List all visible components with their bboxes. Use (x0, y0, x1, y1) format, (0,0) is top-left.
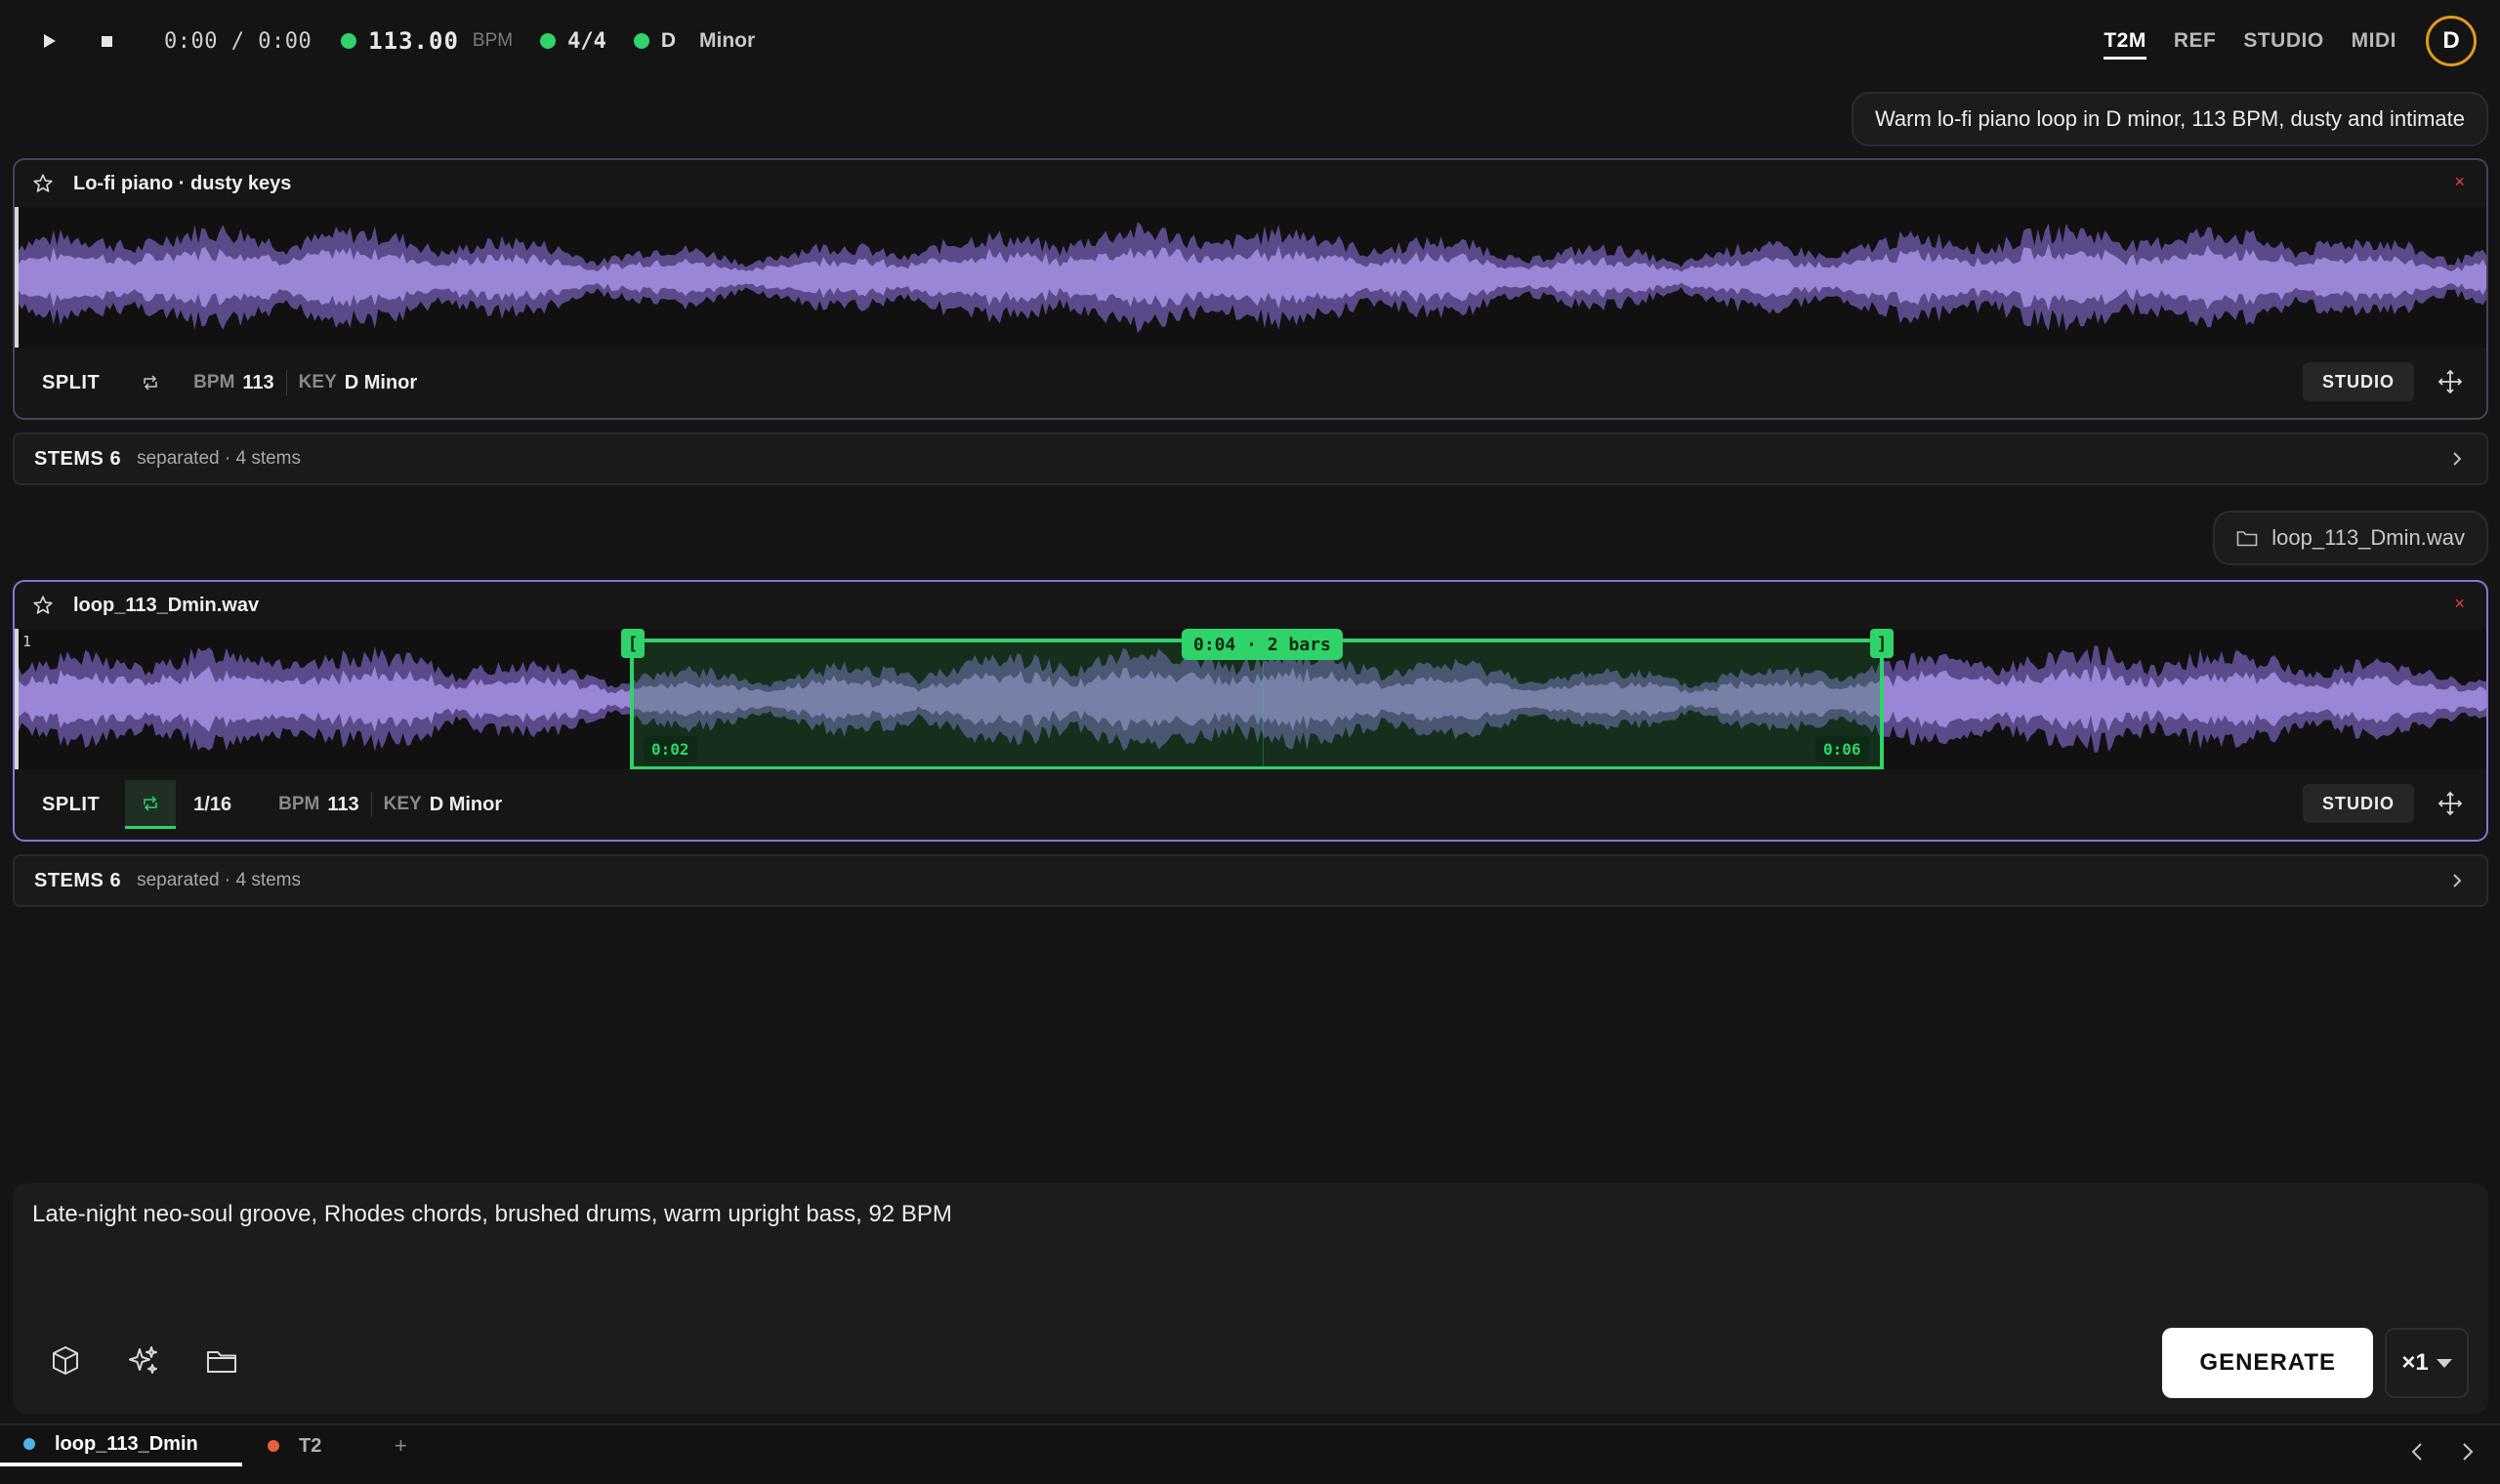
generate-button[interactable]: GENERATE (2162, 1328, 2373, 1398)
grid-resolution[interactable]: 1/16 (193, 794, 231, 816)
session-tabs: loop_113_Dmin T2 + (0, 1423, 2500, 1484)
key-value: D Minor (429, 793, 503, 815)
key-status-dot (633, 33, 649, 49)
stop-icon (101, 35, 112, 47)
time-readout: 0:00 / 0:00 (164, 28, 312, 54)
avatar[interactable]: D (2426, 16, 2477, 66)
studio-button[interactable]: STUDIO (2302, 362, 2414, 401)
studio-button[interactable]: STUDIO (2302, 784, 2414, 823)
chevron-right-icon[interactable] (2449, 870, 2465, 891)
stems-row-1[interactable]: STEMS 6 separated · 4 stems (13, 433, 2488, 485)
file-bubble-label: loop_113_Dmin.wav (2271, 525, 2465, 550)
tab-t2m[interactable]: T2M (2104, 23, 2146, 60)
loop-toggle[interactable] (125, 780, 177, 829)
tab-label: T2 (299, 1434, 322, 1457)
bpm-label: BPM (193, 372, 235, 392)
waveform[interactable]: [ ] 0:04 · 2 bars 0:02 0:06 1 (15, 629, 2486, 769)
key-label: KEY (383, 794, 422, 814)
stems-subtitle: separated · 4 stems (137, 870, 301, 890)
divider (370, 792, 372, 817)
prompt-input[interactable]: Late-night neo-soul groove, Rhodes chord… (32, 1201, 952, 1228)
chevron-right-icon[interactable] (2449, 448, 2465, 470)
move-icon[interactable] (2438, 369, 2463, 394)
track-header: Lo-fi piano · dusty keys × (15, 160, 2486, 207)
split-button[interactable]: SPLIT (42, 794, 100, 816)
sparkle-icon[interactable] (126, 1343, 161, 1379)
folder-icon (2236, 531, 2258, 547)
loop-start-handle[interactable]: [ (621, 629, 645, 658)
stems-label: STEMS 6 (34, 869, 122, 891)
playhead[interactable] (15, 629, 19, 769)
beat-number: 1 (22, 633, 32, 650)
bpm-value: 113 (327, 793, 359, 815)
close-icon[interactable]: × (2454, 594, 2465, 614)
mode-tabs: T2M REF STUDIO MIDI D (2104, 0, 2500, 82)
split-button[interactable]: SPLIT (42, 372, 100, 394)
chevron-left-icon[interactable] (2410, 1441, 2424, 1463)
close-icon[interactable]: × (2454, 172, 2465, 192)
count-value: ×1 (2401, 1349, 2429, 1376)
track-card-1: Lo-fi piano · dusty keys × SPLIT BPM 113… (13, 158, 2488, 420)
session-tab-1[interactable]: loop_113_Dmin (0, 1425, 242, 1466)
track-footer: SPLIT BPM 113 KEY D Minor STUDIO (15, 348, 2486, 418)
stems-label: STEMS 6 (34, 447, 122, 470)
tab-status-dot (268, 1440, 279, 1452)
key-value: D Minor (344, 371, 418, 393)
track-card-2: loop_113_Dmin.wav × [ ] 0:04 · 2 bars 0:… (13, 580, 2488, 842)
loop-start-time: 0:02 (644, 736, 697, 762)
signature-status-dot (540, 33, 557, 49)
tab-midi[interactable]: MIDI (2352, 23, 2396, 59)
cube-icon[interactable] (48, 1343, 83, 1379)
tab-label: loop_113_Dmin (55, 1432, 198, 1455)
time-signature[interactable]: 4/4 (567, 29, 606, 54)
loop-length-badge: 0:04 · 2 bars (1182, 629, 1343, 660)
loop-toggle[interactable] (125, 358, 176, 407)
move-icon[interactable] (2438, 791, 2463, 816)
play-icon (44, 34, 56, 48)
prompt-composer[interactable]: Late-night neo-soul groove, Rhodes chord… (13, 1183, 2488, 1414)
star-icon[interactable] (32, 173, 54, 194)
divider (285, 370, 287, 395)
loop-region-midline (1263, 642, 1264, 769)
key-mode[interactable]: Minor (699, 29, 755, 53)
loop-end-time: 0:06 (1815, 736, 1869, 762)
waveform-graphic (15, 222, 2486, 333)
tab-nav (2410, 1441, 2475, 1463)
track-header: loop_113_Dmin.wav × (15, 582, 2486, 629)
bpm-label: BPM (278, 794, 320, 814)
track-title: Lo-fi piano · dusty keys (73, 172, 292, 194)
loop-end-handle[interactable]: ] (1870, 629, 1894, 658)
tab-studio[interactable]: STUDIO (2243, 23, 2323, 59)
folder-icon[interactable] (204, 1343, 239, 1379)
loop-icon (144, 375, 157, 391)
loop-icon (144, 795, 157, 811)
caret-down-icon (2436, 1358, 2452, 1368)
key-root[interactable]: D (661, 29, 676, 53)
key-label: KEY (298, 372, 337, 392)
prompt-bubble: Warm lo-fi piano loop in D minor, 113 BP… (1851, 92, 2488, 146)
bpm-unit: BPM (472, 30, 514, 51)
tab-status-dot (23, 1438, 35, 1450)
tab-ref[interactable]: REF (2174, 23, 2217, 59)
add-tab-button[interactable]: + (395, 1433, 407, 1459)
bpm-status-dot (341, 33, 357, 49)
star-icon[interactable] (32, 595, 54, 616)
count-select[interactable]: ×1 (2385, 1328, 2469, 1398)
bpm-value[interactable]: 113.00 (368, 27, 459, 55)
play-button[interactable] (35, 26, 64, 56)
track-footer: SPLIT 1/16 BPM 113 KEY D Minor STUDIO (15, 769, 2486, 840)
chevron-right-icon[interactable] (2461, 1441, 2475, 1463)
track-title: loop_113_Dmin.wav (73, 594, 260, 616)
stems-subtitle: separated · 4 stems (137, 448, 301, 469)
file-bubble: loop_113_Dmin.wav (2213, 511, 2488, 565)
playhead[interactable] (15, 207, 19, 348)
stems-row-2[interactable]: STEMS 6 separated · 4 stems (13, 854, 2488, 907)
session-tab-2[interactable]: T2 (244, 1425, 371, 1466)
waveform[interactable] (15, 207, 2486, 348)
bpm-value: 113 (242, 371, 274, 393)
stop-button[interactable] (92, 26, 121, 56)
